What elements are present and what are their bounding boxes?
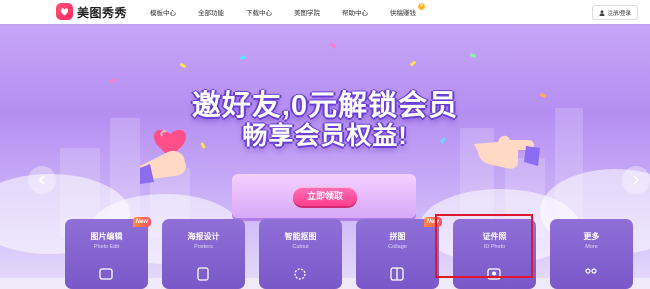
nav-item-all-features[interactable]: 全部功能 <box>198 7 224 17</box>
carousel-prev-button[interactable] <box>28 166 56 194</box>
tool-subtitle: ID Photo <box>483 244 506 250</box>
confetti-decoration <box>469 53 477 58</box>
nav-item-contribute-label: 供稿赚钱 <box>390 10 416 17</box>
more-icon <box>585 268 597 274</box>
nav-item-academy[interactable]: 美图学院 <box>294 7 320 17</box>
login-button[interactable]: 注册/登录 <box>592 5 638 20</box>
tool-card-cutout[interactable]: 智能抠图 Cutout <box>259 219 342 289</box>
tool-card-collage[interactable]: New 拼图 Collage <box>356 217 442 289</box>
tool-subtitle: More <box>585 244 598 250</box>
top-header: 美图秀秀 模板中心 全部功能 下载中心 美图学院 帮助中心 供稿赚钱 ¥ 注册/… <box>0 0 650 24</box>
tool-title: 图片编辑 <box>90 232 123 241</box>
tool-title: 证件照 <box>482 232 507 241</box>
tool-card-posters[interactable]: 海报设计 Posters <box>162 219 245 289</box>
login-label: 注册/登录 <box>607 10 631 17</box>
tool-subtitle: Cutout <box>292 244 309 250</box>
nav-item-templates[interactable]: 模板中心 <box>150 7 176 17</box>
hand-heart-illustration <box>140 129 187 184</box>
nav-item-downloads[interactable]: 下载中心 <box>246 7 272 17</box>
main-nav: 模板中心 全部功能 下载中心 美图学院 帮助中心 供稿赚钱 ¥ <box>150 0 438 24</box>
new-badge: New <box>132 217 151 227</box>
confetti-decoration <box>329 42 337 49</box>
banner-subheadline: 畅享会员权益! <box>242 122 408 150</box>
tool-card-id-photo[interactable]: 证件照 ID Photo <box>453 219 536 289</box>
claim-now-button[interactable]: 立即领取 <box>293 187 357 206</box>
confetti-decoration <box>409 60 417 67</box>
tool-subtitle: Collage <box>388 244 407 250</box>
tool-subtitle: Photo Edit <box>93 244 120 250</box>
chevron-left-icon <box>38 175 45 185</box>
tool-card-photo-edit[interactable]: New 图片编辑 Photo Edit <box>65 217 151 289</box>
tool-title: 智能抠图 <box>284 232 317 241</box>
tool-subtitle: Posters <box>194 244 213 250</box>
confetti-decoration <box>179 62 187 69</box>
carousel-next-button[interactable] <box>622 166 650 194</box>
pointing-hand-illustration <box>474 135 540 169</box>
tool-cards: New 图片编辑 Photo Edit 海报设计 Posters 智能抠图 Cu… <box>54 217 633 289</box>
chevron-right-icon <box>633 175 640 185</box>
new-badge: New <box>423 217 442 227</box>
nav-item-contribute[interactable]: 供稿赚钱 ¥ <box>390 3 425 17</box>
coin-icon: ¥ <box>418 3 425 10</box>
meitu-logo-icon[interactable] <box>56 3 73 20</box>
tool-title: 海报设计 <box>187 232 220 241</box>
user-icon <box>599 9 605 16</box>
image-edit-icon <box>99 268 113 280</box>
confetti-decoration <box>239 55 247 60</box>
id-photo-icon <box>487 268 501 280</box>
nav-item-help[interactable]: 帮助中心 <box>342 7 368 17</box>
collage-icon <box>390 267 404 281</box>
app-name[interactable]: 美图秀秀 <box>77 4 127 21</box>
tool-title: 更多 <box>583 232 600 241</box>
cutout-icon <box>294 268 306 280</box>
tool-card-more[interactable]: 更多 More <box>550 219 633 289</box>
poster-icon <box>197 267 209 281</box>
tool-title: 拼图 <box>389 232 406 241</box>
